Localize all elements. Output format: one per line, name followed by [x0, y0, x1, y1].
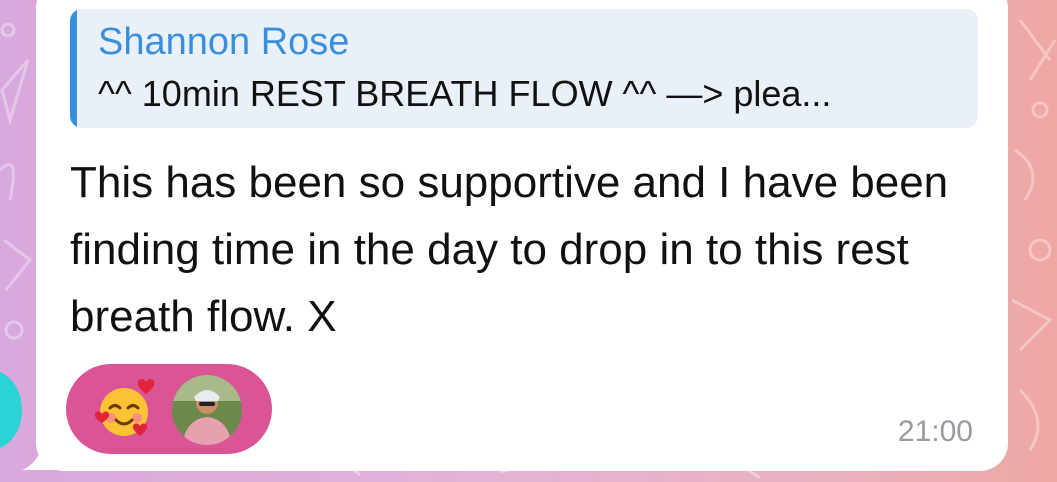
sender-avatar-partial[interactable] [0, 370, 22, 450]
reactor-avatar [172, 375, 242, 445]
reply-quote[interactable]: Shannon Rose ^^ 10min REST BREATH FLOW ^… [70, 9, 978, 128]
message-timestamp: 21:00 [897, 415, 973, 448]
reply-author-name: Shannon Rose [98, 21, 350, 63]
smiling-face-with-hearts-icon [94, 379, 155, 436]
reaction-pill[interactable] [66, 364, 272, 454]
message-text: This has been so supportive and I have b… [70, 158, 949, 341]
reply-accent-bar [70, 9, 77, 128]
reply-preview-text: ^^ 10min REST BREATH FLOW ^^ —> plea... [98, 73, 832, 114]
